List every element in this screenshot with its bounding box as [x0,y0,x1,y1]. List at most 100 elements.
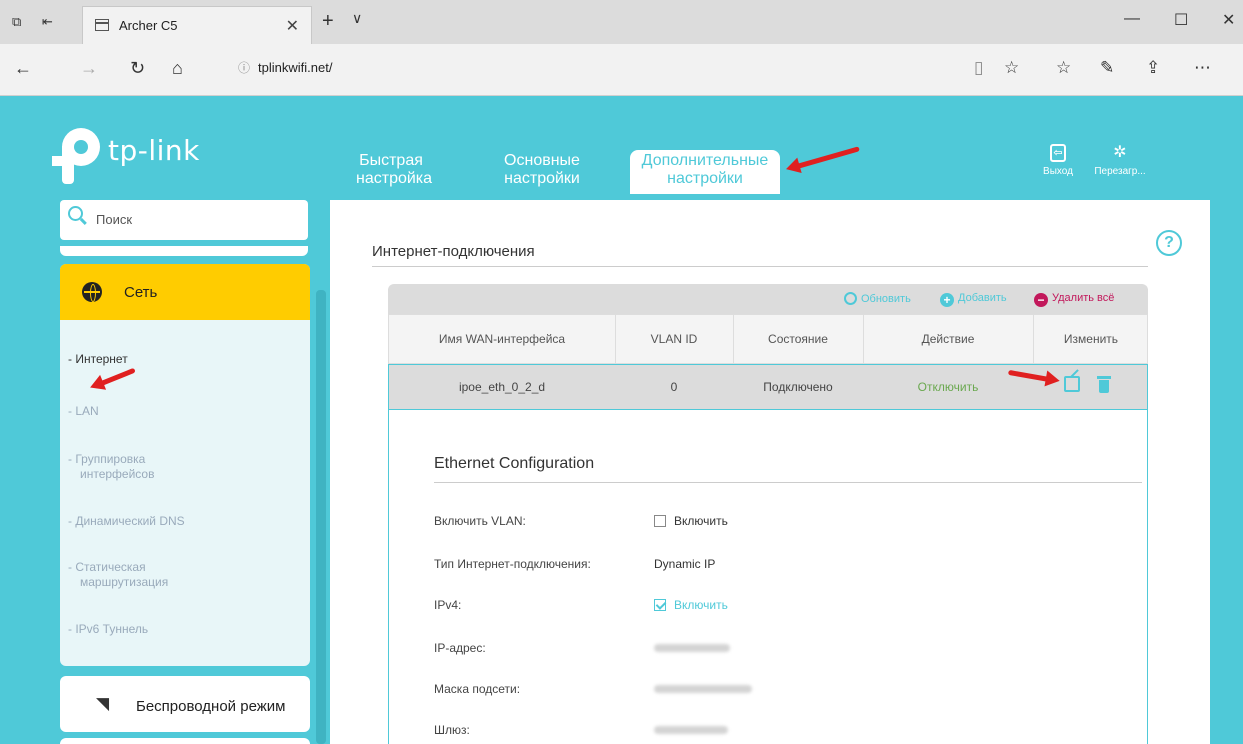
column-header-action: Действие [921,332,975,346]
new-tab-button[interactable]: + [322,10,334,33]
favorites-list-icon[interactable]: ☆ [1056,58,1071,78]
close-tab-button[interactable]: ✕ [286,16,299,36]
subnet-mask-value-blurred [654,685,752,693]
set-aside-tabs-icon[interactable]: ⇤ [42,14,58,29]
tab-advanced-line2: настройки [667,170,743,187]
add-label: Добавить [958,292,1007,304]
close-window-button[interactable]: ✕ [1222,10,1235,30]
tab-basic-line1: Основные [504,152,580,169]
ipv4-checkbox[interactable]: Включить [654,598,728,612]
back-icon[interactable]: ← [14,58,32,79]
page-icon [95,19,109,31]
add-button[interactable]: + Добавить [940,292,1007,307]
edit-icon[interactable] [1064,376,1080,392]
disconnect-link[interactable]: Отключить [863,380,1033,394]
conn-type-value: Dynamic IP [654,557,716,571]
sidebar-scrollbar[interactable] [316,290,326,744]
section-title: Интернет-подключения [372,243,535,260]
info-icon[interactable]: ⓘ [238,61,250,75]
trash-icon[interactable] [1097,376,1111,393]
logout-button[interactable]: ⇦ Выход [1028,144,1088,177]
sidebar-item-static-routing-line2: маршрутизация [80,575,169,589]
search-placeholder: Поиск [96,212,133,227]
sidebar-item-static-routing[interactable]: - Статическая маршрутизация [68,560,168,590]
delete-all-label: Удалить всё [1052,292,1115,304]
sidebar-item-interface-grouping-line1: - Группировка [68,452,146,466]
vlan-checkbox-label: Включить [674,514,728,528]
column-header-wan-name: Имя WAN-интерфейса [438,332,566,346]
browser-tab[interactable]: Archer C5 ✕ [82,6,312,44]
more-icon[interactable]: ⋯ [1194,58,1211,78]
favorite-star-icon[interactable]: ☆ [1004,58,1019,78]
cell-wan-name: ipoe_eth_0_2_d [458,380,546,394]
sidebar-item-interface-grouping-line2: интерфейсов [80,467,155,481]
reboot-icon: ✲ [1113,144,1127,161]
table-toolbar: Обновить + Добавить − Удалить всё [388,284,1148,314]
minus-icon: − [1034,293,1048,307]
ipv4-label: IPv4: [434,598,462,612]
tab-basic-line2: настройки [504,170,580,187]
ipv4-checkbox-label: Включить [674,598,728,612]
column-header-edit: Изменить [1063,332,1119,346]
gateway-label: Шлюз: [434,723,470,737]
conn-type-label: Тип Интернет-подключения: [434,557,591,571]
search-input[interactable]: Поиск [60,200,308,240]
refresh-icon[interactable]: ↻ [130,58,145,79]
gateway-value-blurred [654,726,728,734]
ethernet-config-divider [434,482,1142,483]
sidebar-item-lan[interactable]: - LAN [68,404,99,419]
ip-address-value-blurred [654,644,730,652]
sidebar-item-ddns[interactable]: - Динамический DNS [68,514,185,529]
section-divider [372,266,1148,267]
sidebar-item-static-routing-line1: - Статическая [68,560,146,574]
forward-icon[interactable]: → [80,58,98,79]
sidebar-item-ipv6-tunnel[interactable]: - IPv6 Туннель [68,622,148,637]
search-divider [60,246,308,256]
plus-icon: + [940,293,954,307]
share-icon[interactable]: ⇪ [1146,58,1160,78]
sidebar-next-item [60,738,310,744]
logo-text: tp-link [108,134,200,167]
reading-view-icon[interactable]: ▯ [974,58,983,78]
tab-basic[interactable]: Основные настройки [476,152,608,188]
tab-actions-icon[interactable]: ⧉ [12,14,28,29]
url-field[interactable]: ⓘ tplinkwifi.net/ [238,59,332,76]
refresh-icon [844,292,857,305]
maximize-button[interactable]: ☐ [1174,10,1188,30]
cell-status: Подключено [763,380,833,394]
column-header-status: Состояние [768,332,828,346]
sidebar-item-internet[interactable]: - Интернет [68,352,128,367]
subnet-mask-label: Маска подсети: [434,682,521,696]
notes-icon[interactable]: ✎ [1100,58,1114,78]
home-icon[interactable]: ⌂ [172,58,183,79]
checkbox-icon [654,515,666,527]
tab-list-button[interactable]: ∨ [352,10,362,27]
table-row[interactable]: ipoe_eth_0_2_d 0 Подключено Отключить [388,364,1148,410]
table-header: Имя WAN-интерфейса VLAN ID Состояние Дей… [388,314,1148,364]
refresh-label: Обновить [861,293,911,305]
checked-checkbox-icon [654,599,666,611]
globe-icon [82,282,102,302]
sidebar-item-wireless[interactable]: ◥ Беспроводной режим [60,676,310,732]
sidebar-item-interface-grouping[interactable]: - Группировка интерфейсов [68,452,154,482]
vlan-checkbox[interactable]: Включить [654,514,728,528]
logout-label: Выход [1043,166,1073,177]
minimize-button[interactable]: — [1124,10,1140,28]
url-text: tplinkwifi.net/ [258,60,333,75]
reboot-label: Перезагр... [1094,166,1146,177]
logo-mark [52,128,102,184]
wifi-icon: ◥ [96,694,110,713]
reboot-button[interactable]: ✲ Перезагр... [1090,144,1150,177]
ethernet-config-title: Ethernet Configuration [434,455,595,472]
delete-all-button[interactable]: − Удалить всё [1034,292,1114,307]
logout-icon: ⇦ [1050,144,1066,162]
tab-quick-setup-line2: настройка [356,170,433,187]
tab-advanced-line1: Дополнительные [641,152,769,169]
refresh-button[interactable]: Обновить [844,292,911,305]
tab-quick-setup[interactable]: Быстрая настройка [356,152,433,188]
annotation-arrow-advanced [789,146,860,171]
address-bar: ← → ↻ ⌂ ⓘ tplinkwifi.net/ ▯ ☆ ☆ ✎ ⇪ ⋯ [0,44,1243,96]
sidebar-item-network[interactable]: Сеть [60,264,310,320]
help-icon[interactable]: ? [1156,230,1182,256]
tab-advanced[interactable]: Дополнительные настройки [630,150,780,194]
